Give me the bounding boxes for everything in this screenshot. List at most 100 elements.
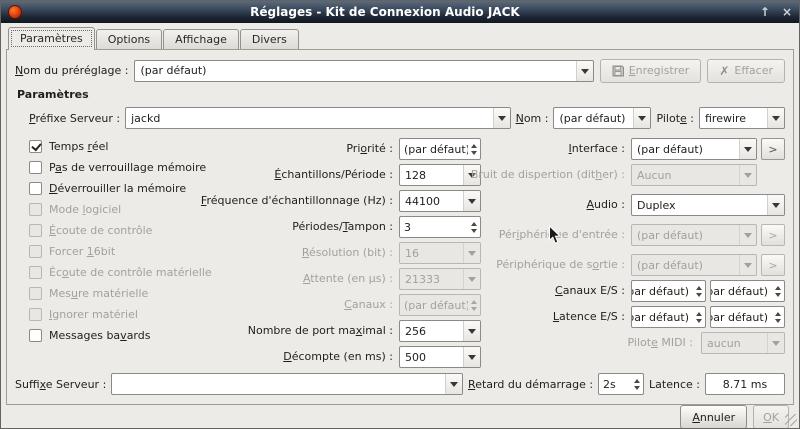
interface-combo[interactable]: (par défaut) [631, 138, 757, 160]
field-echantillons-periode: Échantillons/Période : 128 [219, 164, 481, 186]
chevron-down-icon[interactable] [576, 61, 593, 81]
save-icon [612, 65, 624, 77]
midi-driver-combo: aucun [701, 332, 785, 354]
tab-parametres[interactable]: Paramètres [8, 27, 95, 50]
canaux-spinbox: (par défaut) [399, 294, 481, 316]
latency-label: Latence : [649, 378, 700, 391]
chevron-down-icon[interactable] [493, 108, 510, 128]
chevron-down-icon[interactable] [739, 139, 756, 159]
chevron-down-icon[interactable] [767, 108, 784, 128]
checkbox-deverrouiller-memoire[interactable]: Déverrouiller la mémoire [29, 180, 219, 196]
tab-divers[interactable]: Divers [240, 29, 299, 49]
interface-more-button[interactable]: > [761, 138, 785, 160]
latency-readout: 8.71 ms [705, 373, 785, 395]
chevron-down-icon[interactable] [445, 374, 462, 394]
app-icon [8, 5, 22, 19]
titlebar[interactable]: Réglages - Kit de Connexion Audio JACK ↑… [1, 1, 799, 23]
save-preset-button: Enregistrer [600, 59, 702, 83]
server-prefix-label: Préfixe Serveur : [29, 112, 120, 125]
chevron-down-icon[interactable] [767, 195, 784, 215]
resize-grip[interactable] [785, 414, 797, 426]
checkbox-icon [29, 266, 42, 279]
tab-affichage[interactable]: Affichage [163, 29, 239, 49]
checkbox-icon [29, 287, 42, 300]
chevron-down-icon[interactable] [463, 347, 480, 367]
dialog-footer: Annuler OK [1, 405, 799, 429]
server-suffix-label: Suffixe Serveur : [15, 378, 106, 391]
port-maximal-combo[interactable]: 256 [399, 320, 481, 342]
settings-dialog: Réglages - Kit de Connexion Audio JACK ↑… [0, 0, 800, 429]
priorite-spinbox[interactable]: (par défaut) [399, 138, 481, 160]
tab-options[interactable]: Options [96, 29, 162, 49]
close-icon[interactable]: × [782, 6, 792, 18]
mouse-cursor [548, 225, 561, 248]
field-audio: Audio : Duplex [481, 194, 785, 216]
latence-es-in-spinbox[interactable]: (par défaut) [631, 306, 706, 328]
field-pilote-midi: Pilote MIDI : aucun [481, 332, 785, 354]
tab-bar: Paramètres Options Affichage Divers [1, 23, 799, 49]
echantillons-combo[interactable]: 128 [399, 164, 481, 186]
erase-preset-button: ✗ Effacer [707, 59, 785, 83]
checkbox-icon [29, 245, 42, 258]
checkbox-messages-bavards[interactable]: Messages bavards [29, 327, 219, 343]
frequence-combo[interactable]: 44100 [399, 190, 481, 212]
mid-column: Priorité : (par défaut) Échantillons/Pér… [219, 138, 481, 372]
erase-icon: ✗ [719, 65, 729, 77]
chevron-down-icon[interactable] [463, 321, 480, 341]
canaux-es-in-spinbox[interactable]: (par défaut) [631, 280, 706, 302]
chevron-down-icon[interactable] [463, 191, 480, 211]
spin-arrows-icon[interactable] [631, 374, 643, 394]
checkbox-pas-verrouillage[interactable]: Pas de verrouillage mémoire [29, 159, 219, 175]
maximize-icon[interactable]: ↑ [760, 6, 770, 18]
checkbox-icon[interactable] [29, 161, 42, 174]
field-resolution: Résolution (bit) : 16 [219, 242, 481, 264]
dialog-body: Paramètres Options Affichage Divers Nom … [1, 23, 799, 428]
preset-name-combo[interactable]: (par défaut) [134, 60, 593, 82]
canaux-es-out-spinbox[interactable]: (par défaut) [710, 280, 785, 302]
field-latence-es: Latence E/S : (par défaut) (par défaut) [481, 306, 785, 328]
periodes-spinbox[interactable]: 3 [399, 216, 481, 238]
save-preset-label: Enregistrer [629, 64, 690, 77]
checkbox-icon[interactable] [29, 182, 42, 195]
spin-arrows-icon[interactable] [693, 307, 705, 327]
spin-arrows-icon[interactable] [468, 139, 480, 159]
chevron-down-icon [739, 165, 756, 185]
field-port-maximal: Nombre de port maximal : 256 [219, 320, 481, 342]
start-delay-spinbox[interactable]: 2s [598, 373, 644, 395]
chevron-down-icon[interactable] [633, 108, 650, 128]
server-prefix-combo[interactable]: jackd [125, 107, 510, 129]
erase-preset-label: Effacer [734, 64, 773, 77]
section-title: Paramètres [17, 88, 785, 101]
server-suffix-combo[interactable] [111, 373, 463, 395]
driver-combo[interactable]: firewire [699, 107, 785, 129]
spin-arrows-icon[interactable] [772, 307, 784, 327]
parameters-panel: Nom du préréglage : (par défaut) Enregis… [6, 49, 794, 405]
checkbox-icon[interactable] [29, 329, 42, 342]
input-device-combo: (par défaut) [631, 224, 757, 246]
server-name-combo[interactable]: (par défaut) [553, 107, 651, 129]
checkbox-icon [29, 308, 42, 321]
spin-arrows-icon[interactable] [693, 281, 705, 301]
audio-combo[interactable]: Duplex [631, 194, 785, 216]
field-canaux-es: Canaux E/S : (par défaut) (par défaut) [481, 280, 785, 302]
checkbox-column: Temps réel Pas de verrouillage mémoire D… [15, 138, 219, 372]
spin-arrows-icon[interactable] [468, 217, 480, 237]
chevron-down-icon [739, 225, 756, 245]
resolution-combo: 16 [399, 242, 481, 264]
field-interface: Interface : (par défaut) > [481, 138, 785, 160]
field-frequence: Fréquence d'échantillonnage (Hz) : 44100 [219, 190, 481, 212]
checkbox-icon[interactable] [29, 140, 42, 153]
options-grid: Temps réel Pas de verrouillage mémoire D… [15, 138, 785, 372]
field-decompte: Décompte (en ms) : 500 [219, 346, 481, 368]
chevron-down-icon [767, 333, 784, 353]
checkbox-ignorer-materiel: Ignorer matériel [29, 306, 219, 322]
decompte-combo[interactable]: 500 [399, 346, 481, 368]
dither-combo: Aucun [631, 164, 757, 186]
cancel-button[interactable]: Annuler [680, 405, 747, 429]
spin-arrows-icon[interactable] [772, 281, 784, 301]
checkbox-icon [29, 203, 42, 216]
field-dither: Bruit de dispertion (dither) : Aucun [481, 164, 785, 186]
server-name-label: Nom : [516, 112, 549, 125]
latence-es-out-spinbox[interactable]: (par défaut) [710, 306, 785, 328]
checkbox-temps-reel[interactable]: Temps réel [29, 138, 219, 154]
